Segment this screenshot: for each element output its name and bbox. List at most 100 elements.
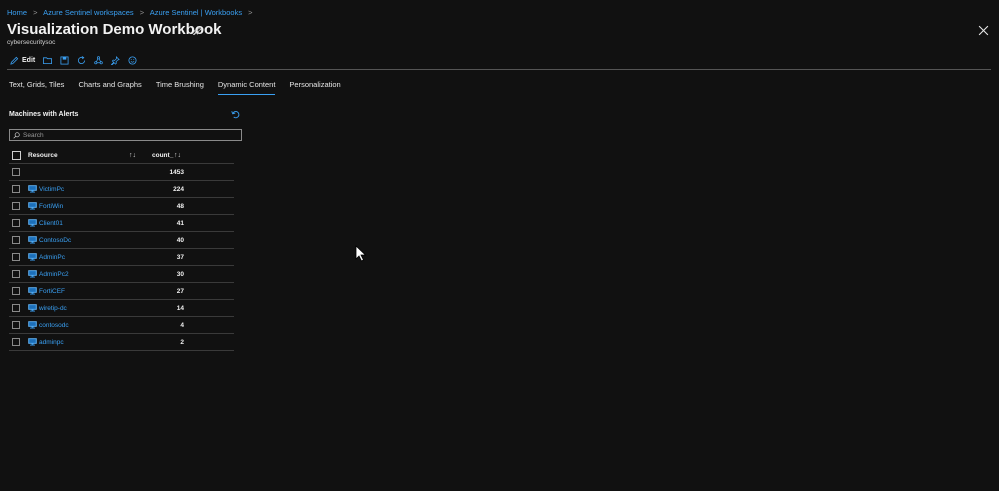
pin-icon[interactable] bbox=[193, 26, 202, 35]
column-header-count[interactable]: count_ bbox=[152, 152, 173, 159]
search-input[interactable] bbox=[20, 130, 223, 140]
pin-icon bbox=[111, 56, 121, 65]
resource-link[interactable]: FortiCEF bbox=[28, 287, 65, 295]
edit-icon bbox=[10, 56, 19, 65]
mouse-cursor-icon bbox=[355, 245, 367, 262]
row-checkbox[interactable] bbox=[12, 304, 20, 312]
table-row[interactable]: AdminPc2 30 bbox=[9, 266, 234, 283]
page-title: Visualization Demo Workbook bbox=[7, 21, 222, 38]
feedback-icon bbox=[128, 56, 137, 65]
resource-link[interactable]: ContosoDc bbox=[28, 236, 71, 244]
row-checkbox[interactable] bbox=[12, 202, 20, 210]
table-row[interactable]: adminpc 2 bbox=[9, 334, 234, 351]
resource-name: AdminPc2 bbox=[39, 270, 69, 278]
count-value: 14 bbox=[176, 304, 184, 312]
computer-icon bbox=[28, 236, 37, 244]
feedback-button[interactable] bbox=[128, 55, 137, 66]
breadcrumb-home[interactable]: Home bbox=[7, 8, 27, 17]
count-value: 40 bbox=[176, 236, 184, 244]
open-button[interactable] bbox=[43, 55, 53, 66]
count-value: 224 bbox=[173, 185, 184, 193]
open-icon bbox=[43, 57, 53, 65]
sort-count-icon[interactable]: ↑↓ bbox=[174, 152, 181, 159]
row-checkbox[interactable] bbox=[12, 270, 20, 278]
tab-charts-and-graphs[interactable]: Charts and Graphs bbox=[78, 80, 141, 94]
count-value: 41 bbox=[176, 219, 184, 227]
row-checkbox[interactable] bbox=[12, 321, 20, 329]
count-value: 30 bbox=[176, 270, 184, 278]
breadcrumb-separator: > bbox=[248, 8, 253, 17]
edit-label: Edit bbox=[22, 57, 36, 64]
tab-personalization[interactable]: Personalization bbox=[289, 80, 340, 94]
tab-dynamic-content[interactable]: Dynamic Content bbox=[217, 80, 275, 95]
resource-name: ContosoDc bbox=[39, 236, 72, 244]
tab-time-brushing[interactable]: Time Brushing bbox=[156, 80, 204, 94]
resource-link[interactable]: VictimPc bbox=[28, 185, 64, 193]
count-value: 27 bbox=[176, 287, 184, 295]
refresh-button[interactable] bbox=[77, 55, 86, 66]
breadcrumb-workbooks[interactable]: Azure Sentinel | Workbooks bbox=[150, 8, 242, 17]
row-checkbox[interactable] bbox=[12, 185, 20, 193]
undo-icon[interactable] bbox=[231, 110, 240, 119]
machines-grid: Resource ↑↓ count_ ↑↓ 1453 VictimPc 224 For… bbox=[9, 148, 234, 351]
resource-name: Client01 bbox=[39, 219, 63, 227]
table-row[interactable]: wiretip-dc 14 bbox=[9, 300, 234, 317]
sort-resource-icon[interactable]: ↑↓ bbox=[129, 152, 136, 159]
panel-title: Machines with Alerts bbox=[9, 111, 79, 118]
computer-icon bbox=[28, 185, 37, 193]
edit-button[interactable]: Edit bbox=[10, 55, 35, 66]
computer-icon bbox=[28, 287, 37, 295]
table-row[interactable]: FortiCEF 27 bbox=[9, 283, 234, 300]
column-header-resource[interactable]: Resource bbox=[28, 152, 58, 159]
computer-icon bbox=[28, 219, 37, 227]
resource-link[interactable]: adminpc bbox=[28, 338, 64, 346]
resource-link[interactable]: AdminPc bbox=[28, 253, 65, 261]
resource-link[interactable]: Client01 bbox=[28, 219, 63, 227]
count-value: 4 bbox=[180, 321, 184, 329]
search-icon bbox=[13, 131, 20, 139]
select-all-checkbox[interactable] bbox=[12, 151, 21, 160]
page-subtitle: cybersecuritysoc bbox=[7, 39, 56, 46]
resource-name: contosodc bbox=[39, 321, 69, 329]
resource-link[interactable]: contosodc bbox=[28, 321, 69, 329]
breadcrumb: Home > Azure Sentinel workspaces > Azure… bbox=[7, 8, 257, 17]
resource-name: FortiWin bbox=[39, 202, 64, 210]
header-divider bbox=[7, 69, 991, 70]
computer-icon bbox=[28, 304, 37, 312]
toolbar: Edit bbox=[10, 55, 145, 66]
table-row[interactable]: VictimPc 224 bbox=[9, 181, 234, 198]
row-checkbox[interactable] bbox=[12, 236, 20, 244]
table-row[interactable]: ContosoDc 40 bbox=[9, 232, 234, 249]
share-button[interactable] bbox=[94, 55, 103, 66]
save-icon bbox=[60, 56, 69, 65]
table-row[interactable]: contosodc 4 bbox=[9, 317, 234, 334]
count-value: 2 bbox=[180, 338, 184, 346]
table-row[interactable]: 1453 bbox=[9, 164, 234, 181]
table-row[interactable]: Client01 41 bbox=[9, 215, 234, 232]
close-icon[interactable] bbox=[978, 25, 989, 36]
computer-icon bbox=[28, 321, 37, 329]
row-checkbox[interactable] bbox=[12, 219, 20, 227]
resource-link[interactable]: AdminPc2 bbox=[28, 270, 69, 278]
search-box[interactable] bbox=[9, 129, 242, 141]
breadcrumb-separator: > bbox=[139, 8, 145, 17]
row-checkbox[interactable] bbox=[12, 253, 20, 261]
row-checkbox[interactable] bbox=[12, 338, 20, 346]
breadcrumb-separator: > bbox=[33, 8, 38, 17]
save-button[interactable] bbox=[60, 55, 69, 66]
share-icon bbox=[94, 56, 103, 65]
computer-icon bbox=[28, 338, 37, 346]
table-row[interactable]: FortiWin 48 bbox=[9, 198, 234, 215]
table-row[interactable]: AdminPc 37 bbox=[9, 249, 234, 266]
resource-link[interactable]: FortiWin bbox=[28, 202, 63, 210]
pin-button[interactable] bbox=[111, 55, 121, 66]
computer-icon bbox=[28, 202, 37, 210]
count-value: 48 bbox=[176, 202, 184, 210]
computer-icon bbox=[28, 270, 37, 278]
row-checkbox[interactable] bbox=[12, 168, 20, 176]
resource-link[interactable]: wiretip-dc bbox=[28, 304, 67, 312]
breadcrumb-workspaces[interactable]: Azure Sentinel workspaces bbox=[43, 8, 133, 17]
tab-text-grids-tiles[interactable]: Text, Grids, Tiles bbox=[9, 80, 64, 94]
refresh-icon bbox=[78, 56, 86, 64]
row-checkbox[interactable] bbox=[12, 287, 20, 295]
